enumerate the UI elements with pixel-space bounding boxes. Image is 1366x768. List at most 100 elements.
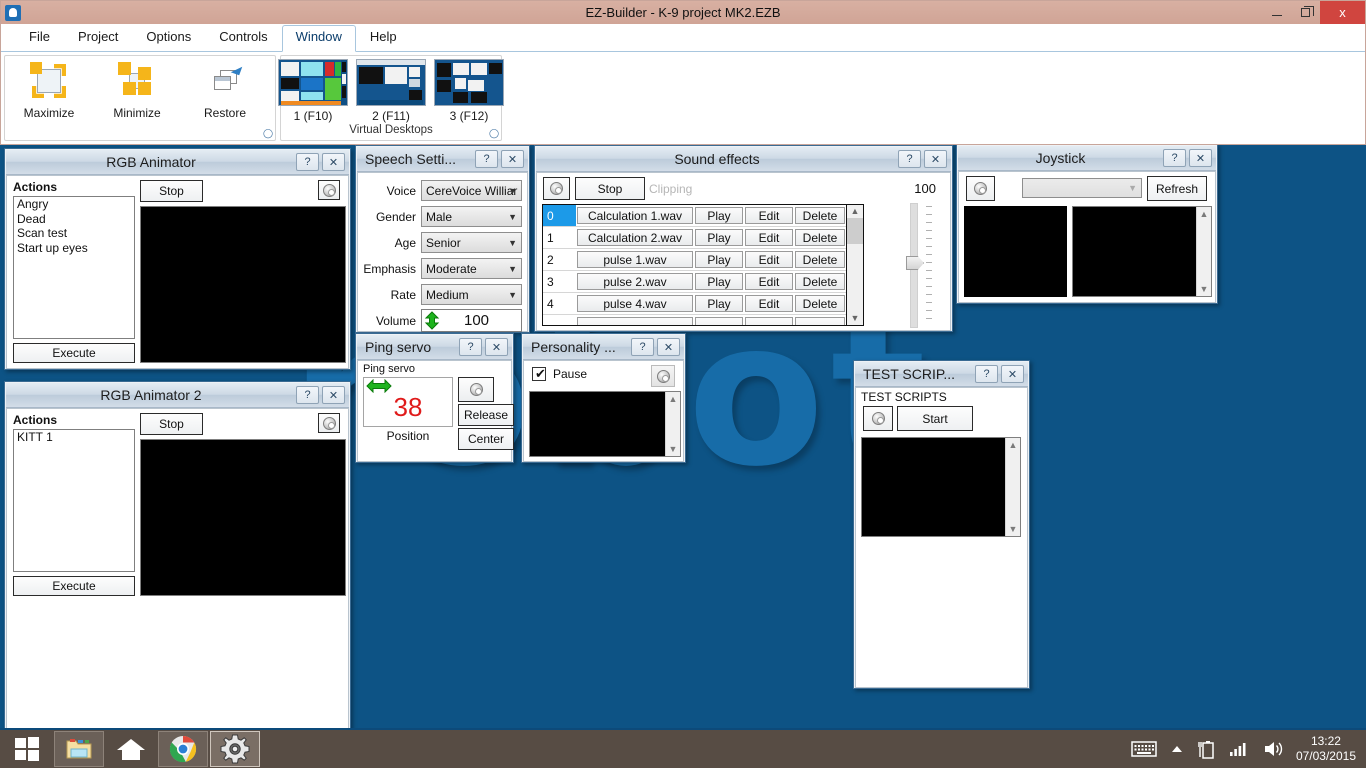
personality-help-button[interactable]: ? [631,338,654,356]
joystick-config-button[interactable] [966,176,995,201]
taskbar-file-explorer[interactable] [54,731,104,767]
maximize-windows-button[interactable]: Maximize [5,56,93,120]
joystick-refresh-button[interactable]: Refresh [1147,176,1207,201]
personality-pause-checkbox[interactable]: ✔ Pause [532,367,587,381]
list-item[interactable]: Dead [14,212,134,227]
virtual-desktops-group-launcher-icon[interactable]: ◯ [489,129,498,138]
play-button[interactable]: Play [695,229,743,246]
menu-item-project[interactable]: Project [64,25,132,51]
ping-servo-close-button[interactable]: ✕ [485,338,508,356]
test-scripts-config-button[interactable] [863,406,893,431]
play-button[interactable]: Play [695,273,743,290]
rgb-animator-help-button[interactable]: ? [296,153,319,171]
virtual-desktop-1[interactable]: 1 (F10) [278,59,348,123]
ping-servo-config-button[interactable] [458,377,494,402]
menu-item-window[interactable]: Window [282,25,356,52]
rgb-animator-config-button[interactable] [318,180,340,200]
menu-item-help[interactable]: Help [356,25,411,51]
scroll-down-icon[interactable]: ▼ [1200,282,1209,296]
delete-button[interactable]: Delete [795,229,845,246]
joystick-device-select[interactable]: ▼ [1022,178,1142,198]
test-scripts-help-button[interactable]: ? [975,365,998,383]
rgb-animator-2-stop-button[interactable]: Stop [140,413,203,435]
rgb-animator-2-close-button[interactable]: ✕ [322,386,345,404]
rgb-animator-close-button[interactable]: ✕ [322,153,345,171]
sound-effects-close-button[interactable]: ✕ [924,150,947,168]
edit-button[interactable]: Edit [745,207,793,224]
panel-ping-servo[interactable]: Ping servo ? ✕ Ping servo 38 Position Re… [355,333,514,463]
delete-button[interactable]: Delete [795,295,845,312]
scroll-down-icon[interactable]: ▼ [1009,522,1018,536]
scroll-up-icon[interactable]: ▲ [1200,207,1209,221]
ping-servo-release-button[interactable]: Release [458,404,514,426]
volume-stepper[interactable]: 100 [421,309,522,332]
show-hidden-icons-icon[interactable] [1171,744,1183,754]
taskbar-chrome[interactable] [158,731,208,767]
edit-button[interactable]: Edit [745,273,793,290]
play-button[interactable]: Play [695,295,743,312]
table-row[interactable]: 4 pulse 4.wav Play Edit Delete [543,293,846,315]
rgb-animator-actions-list[interactable]: Angry Dead Scan test Start up eyes [13,196,135,339]
start-button[interactable] [2,731,52,767]
keyboard-icon[interactable] [1131,740,1157,758]
delete-button[interactable]: Delete [795,273,845,290]
taskbar-clock[interactable]: 13:22 07/03/2015 [1296,734,1356,764]
volume-icon[interactable] [1263,740,1283,758]
menu-item-file[interactable]: File [15,25,64,51]
scroll-up-icon[interactable]: ▲ [847,205,863,218]
test-scripts-scrollbar[interactable]: ▲ ▼ [1005,438,1020,536]
gender-select[interactable]: Male▼ [421,206,522,227]
list-item[interactable]: Scan test [14,226,134,241]
table-row[interactable]: 1 Calculation 2.wav Play Edit Delete [543,227,846,249]
scroll-up-icon[interactable]: ▲ [669,392,678,406]
panel-joystick[interactable]: Joystick ? ✕ ▼ Refresh ▲ ▼ [956,145,1218,304]
age-select[interactable]: Senior▼ [421,232,522,253]
edit-button[interactable]: Edit [745,251,793,268]
list-item[interactable]: KITT 1 [14,430,134,445]
virtual-desktop-2[interactable]: 2 (F11) [356,59,426,123]
restore-window-button[interactable] [1291,1,1320,24]
scrollbar-thumb[interactable] [847,218,863,244]
menu-item-controls[interactable]: Controls [205,25,281,51]
sound-effects-config-button[interactable] [543,177,570,200]
edit-button[interactable] [745,317,793,326]
personality-config-button[interactable] [651,365,675,387]
rgb-animator-execute-button[interactable]: Execute [13,343,135,363]
scroll-down-icon[interactable]: ▼ [847,312,863,325]
sound-effects-stop-button[interactable]: Stop [575,177,645,200]
voice-select[interactable]: CereVoice Williar▼ [421,180,522,201]
play-button[interactable]: Play [695,207,743,224]
list-item[interactable]: Angry [14,197,134,212]
edit-button[interactable]: Edit [745,229,793,246]
edit-button[interactable]: Edit [745,295,793,312]
ping-servo-center-button[interactable]: Center [458,428,514,450]
network-signal-icon[interactable] [1229,741,1249,757]
rgb-animator-2-help-button[interactable]: ? [296,386,319,404]
table-row[interactable]: 2 pulse 1.wav Play Edit Delete [543,249,846,271]
window-group-launcher-icon[interactable]: ◯ [263,129,272,138]
table-row[interactable]: 3 pulse 2.wav Play Edit Delete [543,271,846,293]
table-row[interactable]: 0 Calculation 1.wav Play Edit Delete [543,205,846,227]
rgb-animator-2-execute-button[interactable]: Execute [13,576,135,596]
sound-effects-volume-slider[interactable] [905,203,935,328]
restore-windows-button[interactable]: Restore [181,56,269,120]
delete-button[interactable]: Delete [795,251,845,268]
scroll-down-icon[interactable]: ▼ [669,442,678,456]
rgb-animator-2-config-button[interactable] [318,413,340,433]
minimize-windows-button[interactable]: Minimize [93,56,181,120]
slider-thumb[interactable] [906,256,924,270]
rgb-animator-stop-button[interactable]: Stop [140,180,203,202]
joystick-help-button[interactable]: ? [1163,149,1186,167]
sound-file-button[interactable]: Calculation 2.wav [577,229,693,246]
rgb-animator-2-actions-list[interactable]: KITT 1 [13,429,135,572]
play-button[interactable]: Play [695,251,743,268]
taskbar-home[interactable] [106,731,156,767]
sound-file-button[interactable] [577,317,693,326]
panel-personality[interactable]: Personality ... ? ✕ ✔ Pause ▲ ▼ [521,333,686,463]
sound-file-button[interactable]: pulse 2.wav [577,273,693,290]
delete-button[interactable] [795,317,845,326]
panel-rgb-animator[interactable]: RGB Animator ? ✕ Actions Angry Dead Scan… [4,148,351,370]
scroll-up-icon[interactable]: ▲ [1009,438,1018,452]
rate-select[interactable]: Medium▼ [421,284,522,305]
test-scripts-close-button[interactable]: ✕ [1001,365,1024,383]
